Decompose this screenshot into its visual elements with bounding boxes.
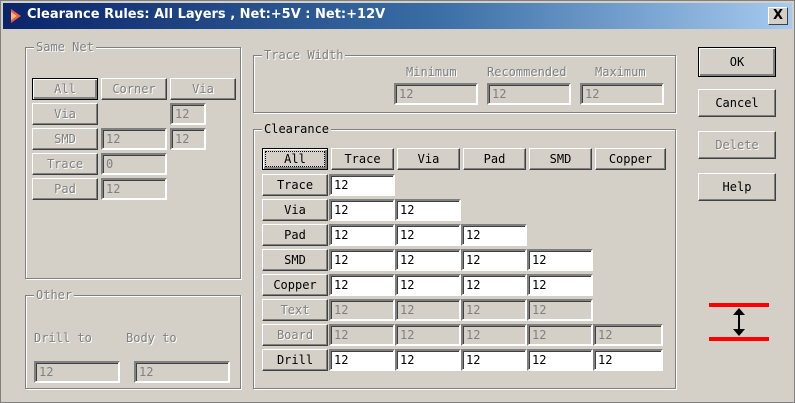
same-net-all-button[interactable]: All — [32, 78, 98, 100]
ok-button[interactable]: OK — [698, 47, 776, 77]
drill-to-field[interactable]: 12 — [34, 361, 120, 383]
clearance-drill-copper-field[interactable]: 12 — [593, 349, 663, 371]
clearance-row-pad[interactable]: Pad — [262, 224, 328, 246]
clearance-board-via-field[interactable]: 12 — [395, 324, 461, 346]
clearance-copper-pad-field[interactable]: 12 — [461, 274, 527, 296]
clearance-pad-pad-field[interactable]: 12 — [461, 224, 527, 246]
drill-to-label: Drill to — [34, 331, 92, 345]
clearance-row-via[interactable]: Via — [262, 199, 328, 221]
clearance-row-copper[interactable]: Copper — [262, 274, 328, 296]
clearance-drill-via-field[interactable]: 12 — [395, 349, 461, 371]
clearance-arrow-icon — [709, 303, 769, 341]
clearance-drill-smd-field[interactable]: 12 — [527, 349, 593, 371]
clearance-board-smd-field[interactable]: 12 — [527, 324, 593, 346]
clearance-col-copper[interactable]: Copper — [595, 148, 666, 170]
clearance-rules-dialog: Clearance Rules: All Layers , Net:+5V : … — [0, 0, 795, 403]
same-net-trace-corner-field[interactable]: 0 — [101, 153, 167, 175]
same-net-row-smd[interactable]: SMD — [32, 128, 98, 150]
clearance-col-pad[interactable]: Pad — [463, 148, 526, 170]
same-net-pad-corner-field[interactable]: 12 — [101, 178, 167, 200]
clearance-smd-pad-field[interactable]: 12 — [461, 249, 527, 271]
clearance-trace-trace-field[interactable]: 12 — [329, 174, 395, 196]
clearance-drill-pad-field[interactable]: 12 — [461, 349, 527, 371]
clearance-drill-trace-field[interactable]: 12 — [329, 349, 395, 371]
clearance-board-pad-field[interactable]: 12 — [461, 324, 527, 346]
trace-width-maximum-field[interactable]: 12 — [580, 83, 664, 105]
clearance-text-smd-field[interactable]: 12 — [527, 299, 593, 321]
same-net-legend: Same Net — [34, 40, 96, 54]
clearance-smd-via-field[interactable]: 12 — [395, 249, 461, 271]
clearance-row-text[interactable]: Text — [262, 299, 328, 321]
trace-width-maximum-label: Maximum — [595, 65, 646, 79]
same-net-via-via-field[interactable]: 12 — [170, 103, 206, 125]
clearance-copper-smd-field[interactable]: 12 — [527, 274, 593, 296]
same-net-corner-header[interactable]: Corner — [101, 78, 167, 100]
trace-width-minimum-label: Minimum — [406, 65, 457, 79]
clearance-text-pad-field[interactable]: 12 — [461, 299, 527, 321]
trace-width-minimum-field[interactable]: 12 — [394, 83, 478, 105]
same-net-row-pad[interactable]: Pad — [32, 178, 98, 200]
same-net-smd-corner-field[interactable]: 12 — [101, 128, 167, 150]
clearance-via-trace-field[interactable]: 12 — [329, 199, 395, 221]
clearance-col-trace[interactable]: Trace — [331, 148, 394, 170]
delete-button[interactable]: Delete — [698, 131, 776, 159]
window-title: Clearance Rules: All Layers , Net:+5V : … — [27, 7, 386, 22]
clearance-all-button[interactable]: All — [262, 148, 328, 170]
clearance-col-smd[interactable]: SMD — [529, 148, 592, 170]
clearance-smd-smd-field[interactable]: 12 — [527, 249, 593, 271]
same-net-row-trace[interactable]: Trace — [32, 153, 98, 175]
clearance-copper-via-field[interactable]: 12 — [395, 274, 461, 296]
help-button[interactable]: Help — [698, 173, 776, 201]
other-legend: Other — [34, 288, 75, 302]
trace-width-legend: Trace Width — [262, 48, 346, 62]
clearance-board-trace-field[interactable]: 12 — [329, 324, 395, 346]
clearance-board-copper-field[interactable]: 12 — [593, 324, 663, 346]
clearance-pad-via-field[interactable]: 12 — [395, 224, 461, 246]
clearance-legend: Clearance — [262, 122, 332, 136]
same-net-via-header[interactable]: Via — [170, 78, 236, 100]
body-to-label: Body to — [126, 331, 177, 345]
clearance-smd-trace-field[interactable]: 12 — [329, 249, 395, 271]
same-net-smd-via-field[interactable]: 12 — [170, 128, 206, 150]
clearance-col-via[interactable]: Via — [397, 148, 460, 170]
clearance-row-trace[interactable]: Trace — [262, 174, 328, 196]
same-net-row-via[interactable]: Via — [32, 103, 98, 125]
clearance-row-drill[interactable]: Drill — [262, 349, 328, 371]
app-icon — [11, 9, 21, 23]
title-bar: Clearance Rules: All Layers , Net:+5V : … — [3, 3, 792, 29]
close-button[interactable]: X — [768, 7, 788, 25]
body-to-field[interactable]: 12 — [134, 361, 230, 383]
clearance-text-trace-field[interactable]: 12 — [329, 299, 395, 321]
clearance-copper-trace-field[interactable]: 12 — [329, 274, 395, 296]
clearance-row-board[interactable]: Board — [262, 324, 328, 346]
clearance-via-via-field[interactable]: 12 — [395, 199, 461, 221]
clearance-row-smd[interactable]: SMD — [262, 249, 328, 271]
clearance-pad-trace-field[interactable]: 12 — [329, 224, 395, 246]
clearance-text-via-field[interactable]: 12 — [395, 299, 461, 321]
trace-width-recommended-field[interactable]: 12 — [487, 83, 571, 105]
cancel-button[interactable]: Cancel — [698, 89, 776, 117]
trace-width-recommended-label: Recommended — [487, 65, 567, 79]
